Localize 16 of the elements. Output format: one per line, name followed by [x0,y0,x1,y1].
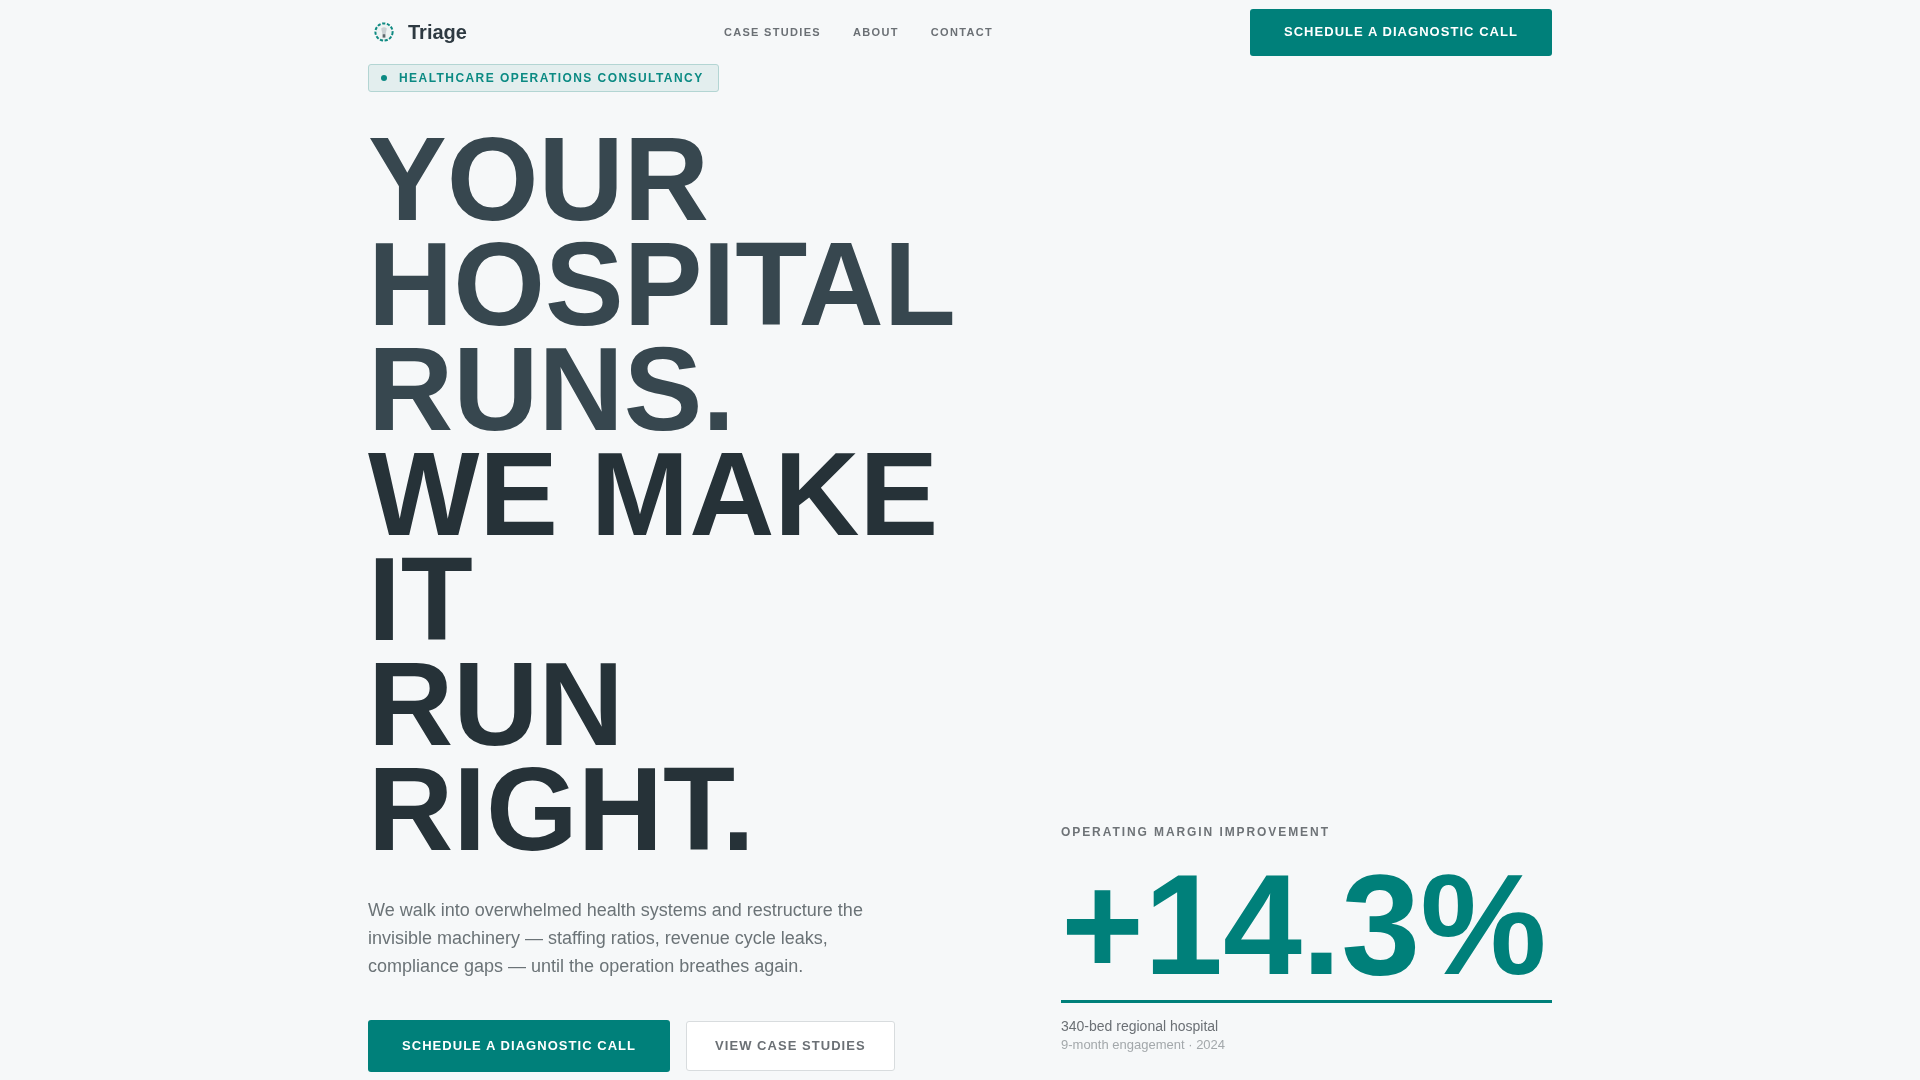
dot-icon [381,75,387,81]
nav-link[interactable]: CONTACT [930,23,993,41]
view-case-studies-button[interactable]: VIEW CASE STUDIES [686,1021,895,1071]
schedule-call-button[interactable]: SCHEDULE A DIAGNOSTIC CALL [1249,8,1552,56]
brand-name[interactable]: Triage [408,22,467,42]
stat-detail: 9-month engagement · 2024 [1061,1036,1227,1054]
schedule-call-button[interactable]: SCHEDULE A DIAGNOSTIC CALL [368,1020,671,1072]
stat-value: +14.3% [1061,854,1548,996]
headline: YOUR HOSPITAL RUNS. WE MAKE IT RUN RIGHT. [368,127,956,862]
badge-label: HEALTHCARE OPERATIONS CONSULTANCY [399,72,704,84]
logo-icon[interactable] [374,22,394,42]
hero-description: We walk into overwhelmed health systems and restructure the invisible machinery — staffing ratios, revenue cycle leaks, compliance gaps — until the operation breathes again. [368,899,864,978]
nav-link[interactable]: ABOUT [853,23,899,41]
stat-label: OPERATING MARGIN IMPROVEMENT [1061,824,1331,840]
nav-link[interactable]: CASE STUDIES [723,23,822,41]
stat-subject: 340-bed regional hospital [1061,1017,1220,1036]
